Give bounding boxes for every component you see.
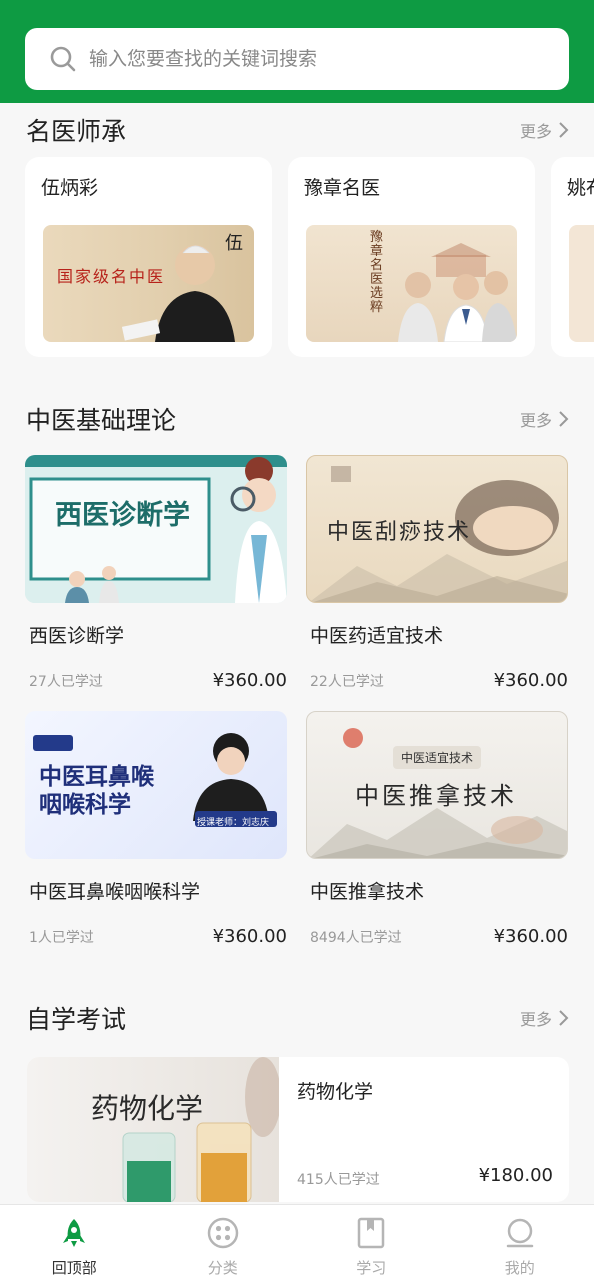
course-card[interactable]: 中医耳鼻喉 咽喉科学 授课老师：刘志庆 中医耳鼻喉咽喉科学 1人已学过 ¥360… <box>25 711 287 947</box>
course-card[interactable]: 西医诊断学 西医诊断学 27人已学过 ¥360.00 <box>25 455 287 691</box>
master-photo: 伍 国家级名中医 <box>43 225 254 342</box>
rocket-icon <box>63 1219 86 1247</box>
course-cover-badge: 授课老师：刘志庆 <box>197 818 270 828</box>
course-cover-text: 中医刮痧技术 <box>327 520 472 545</box>
course-price: ¥360.00 <box>493 670 568 691</box>
course-learned-count: 415人已学过 <box>297 1172 380 1188</box>
basics-more-link[interactable]: 更多 <box>520 407 570 431</box>
more-label: 更多 <box>519 1010 552 1029</box>
master-name: 伍炳彩 <box>41 177 99 199</box>
book-icon <box>358 1217 385 1249</box>
master-image-caption: 国家级名中医 <box>57 267 166 286</box>
course-card[interactable]: 中医刮痧技术 中医药适宜技术 22人已学过 ¥360.00 <box>306 455 568 691</box>
course-title: 西医诊断学 <box>29 625 125 647</box>
course-cover: 中医适宜技术 中医推拿技术 <box>306 711 568 859</box>
more-label: 更多 <box>519 411 552 430</box>
more-label: 更多 <box>519 122 552 141</box>
master-image-caption: 豫章名医选粹 <box>370 230 384 315</box>
tab-study[interactable]: 学习 <box>297 1205 446 1280</box>
master-card-yuzhang[interactable]: 豫章名医 豫章名医选粹 <box>288 157 535 357</box>
course-cover: 药物化学 <box>27 1057 279 1202</box>
course-learned-count: 22人已学过 <box>310 673 384 690</box>
course-cover: 西医诊断学 <box>25 455 287 603</box>
search-input[interactable] <box>89 48 529 70</box>
tab-back-to-top[interactable]: 回顶部 <box>0 1205 149 1280</box>
master-photo: 豫章名医选粹 <box>306 225 517 342</box>
course-price: ¥360.00 <box>212 926 287 947</box>
master-photo <box>569 225 594 342</box>
course-cover-text: 西医诊断学 <box>55 500 190 531</box>
chevron-right-icon <box>559 1010 569 1026</box>
tab-profile[interactable]: 我的 <box>446 1205 594 1280</box>
course-title: 中医耳鼻喉咽喉科学 <box>29 881 201 903</box>
master-name: 姚布 <box>567 177 594 199</box>
course-price: ¥180.00 <box>478 1165 553 1186</box>
course-title: 中医药适宜技术 <box>310 625 444 647</box>
master-card-yao[interactable]: 姚布 <box>551 157 594 357</box>
course-price: ¥360.00 <box>212 670 287 691</box>
exam-more-link[interactable]: 更多 <box>520 1006 570 1030</box>
course-price: ¥360.00 <box>493 926 568 947</box>
course-learned-count: 1人已学过 <box>29 929 94 946</box>
category-icon <box>207 1217 238 1249</box>
course-cover: 中医刮痧技术 <box>306 455 568 603</box>
bottom-tab-bar: 回顶部 分类 学习 我的 <box>0 1204 594 1280</box>
masters-more-link[interactable]: 更多 <box>520 118 570 142</box>
search-bar[interactable] <box>25 28 569 90</box>
course-cover-text: 药物化学 <box>91 1092 204 1125</box>
master-name: 豫章名医 <box>304 177 381 199</box>
tab-label: 学习 <box>356 1259 387 1277</box>
section-title-basics: 中医基础理论 <box>26 406 177 435</box>
tab-category[interactable]: 分类 <box>149 1205 298 1280</box>
course-learned-count: 27人已学过 <box>29 673 103 690</box>
top-header <box>0 0 594 103</box>
course-cover-text-2: 咽喉科学 <box>39 792 131 818</box>
search-icon <box>50 46 76 72</box>
chevron-right-icon <box>559 122 569 138</box>
course-learned-count: 8494人已学过 <box>310 929 402 946</box>
course-title: 中医推拿技术 <box>310 881 425 903</box>
course-cover-tag: 中医适宜技术 <box>393 746 482 769</box>
course-card[interactable]: 中医适宜技术 中医推拿技术 中医推拿技术 8494人已学过 ¥360.00 <box>306 711 568 947</box>
tab-label: 回顶部 <box>51 1259 97 1277</box>
section-title-exam: 自学考试 <box>26 1005 127 1034</box>
master-card-wubingcai[interactable]: 伍炳彩 伍 国家级名中医 <box>25 157 272 357</box>
tab-label: 我的 <box>504 1259 535 1277</box>
course-cover-text: 中医推拿技术 <box>355 782 517 810</box>
chevron-right-icon <box>559 411 569 427</box>
svg-text:伍: 伍 <box>225 233 243 254</box>
course-title: 药物化学 <box>297 1081 374 1103</box>
profile-icon <box>506 1218 533 1248</box>
tab-label: 分类 <box>207 1259 238 1277</box>
course-cover: 中医耳鼻喉 咽喉科学 授课老师：刘志庆 <box>25 711 287 859</box>
section-title-masters: 名医师承 <box>26 117 127 146</box>
exam-course-card[interactable]: 药物化学 药物化学 415人已学过 ¥180.00 <box>27 1057 569 1202</box>
